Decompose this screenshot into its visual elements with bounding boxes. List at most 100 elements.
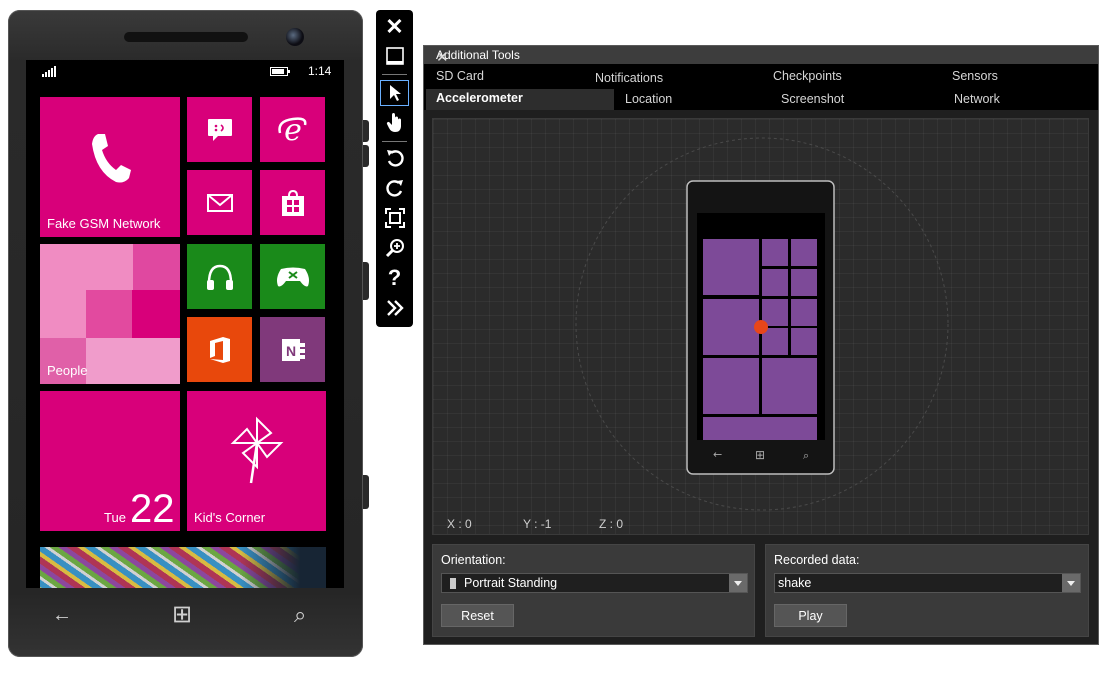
minimize-button[interactable] [380, 43, 409, 69]
rotate-right-icon [385, 180, 403, 197]
back-button[interactable]: ← [52, 604, 72, 627]
tile-store[interactable] [260, 170, 325, 235]
recorded-data-label: Recorded data: [774, 553, 860, 567]
orientation-dropdown[interactable]: Portrait Standing [441, 573, 748, 593]
mini-tile [762, 328, 788, 355]
mini-tile [703, 358, 759, 414]
additional-tools-window: Additional Tools ✕ SD Card Notifications… [423, 45, 1099, 645]
store-icon [260, 170, 325, 235]
tile-onenote[interactable]: N [260, 317, 325, 382]
recorded-data-value: shake [778, 576, 812, 590]
tile-music[interactable] [187, 244, 252, 309]
rotate-right-button[interactable] [380, 175, 409, 201]
tile-photos[interactable] [40, 547, 326, 588]
status-bar: 1:14 [26, 60, 344, 82]
rotate-left-button[interactable] [380, 145, 409, 171]
tile-games[interactable] [260, 244, 325, 309]
tab-accelerometer[interactable]: Accelerometer [426, 89, 614, 110]
zoom-button[interactable] [380, 235, 409, 261]
y-value: Y : -1 [523, 517, 552, 531]
calendar-date: 22 [130, 487, 175, 531]
svg-text:N: N [285, 343, 295, 359]
tab-checkpoints[interactable]: Checkpoints [773, 69, 842, 83]
onenote-icon: N [260, 317, 325, 382]
svg-text:⌕: ⌕ [803, 449, 809, 462]
mini-tile [703, 239, 759, 295]
fit-screen-icon [384, 208, 405, 228]
headphones-icon [187, 244, 252, 309]
messaging-icon [187, 97, 252, 162]
status-time: 1:14 [308, 64, 332, 78]
phone-emulator: 1:14 Fake GSM Network e People N Tue 22 … [8, 10, 363, 657]
tab-screenshot[interactable]: Screenshot [781, 92, 844, 106]
search-button[interactable]: ⌕ [294, 602, 306, 628]
pointer-icon [389, 85, 401, 101]
start-button[interactable]: ⊞ [172, 600, 192, 629]
tile-mail[interactable] [187, 170, 252, 235]
pointer-button[interactable] [380, 80, 409, 106]
recorded-data-panel: Recorded data: shake Play [765, 544, 1089, 637]
accelerometer-visual: ← ⊞ ⌕ [575, 137, 949, 511]
tile-people[interactable]: People [40, 244, 180, 384]
mini-tile [791, 299, 817, 326]
phone-speaker [124, 32, 248, 42]
tab-location[interactable]: Location [625, 92, 672, 106]
svg-text:←: ← [713, 448, 722, 461]
additional-tools-icon [386, 300, 404, 316]
portrait-phone-icon [450, 578, 456, 589]
orientation-panel: Orientation: Portrait Standing Reset [432, 544, 755, 637]
office-icon [187, 317, 252, 382]
tile-internet-explorer[interactable]: e [260, 97, 325, 162]
help-button[interactable]: ? [380, 265, 409, 291]
z-value: Z : 0 [599, 517, 624, 531]
hand-icon [386, 113, 401, 132]
camera-button[interactable] [363, 475, 369, 509]
tile-calendar[interactable]: Tue 22 [40, 391, 180, 531]
tile-office[interactable] [187, 317, 252, 382]
additional-tools-button[interactable] [380, 295, 409, 321]
mail-icon [187, 170, 252, 235]
close-button[interactable]: ✕ [380, 14, 409, 40]
tile-messaging[interactable] [187, 97, 252, 162]
rotate-left-icon [386, 150, 404, 167]
play-button[interactable]: Play [774, 604, 847, 627]
tab-network[interactable]: Network [954, 92, 1000, 106]
mini-tile [762, 269, 788, 296]
accelerometer-stage[interactable]: ← ⊞ ⌕ X : 0 Y : -1 Z : 0 [432, 118, 1089, 535]
volume-up-button[interactable] [363, 120, 369, 142]
hand-button[interactable] [380, 110, 409, 136]
emulator-toolbar: ✕ ? [376, 10, 413, 327]
phone-camera [286, 28, 304, 46]
mini-tile [791, 239, 817, 266]
signal-icon [42, 66, 56, 77]
tab-sd-card[interactable]: SD Card [436, 69, 484, 83]
tile-kids-corner-label: Kid's Corner [194, 510, 266, 525]
phone-nav-bar: ← ⊞ ⌕ [26, 588, 344, 644]
x-value: X : 0 [447, 517, 472, 531]
mini-tile [703, 417, 817, 440]
accelerometer-dot [754, 320, 768, 334]
tile-phone-label: Fake GSM Network [47, 216, 161, 231]
zoom-icon [385, 239, 404, 258]
tab-bar: SD Card Notifications Checkpoints Sensor… [424, 64, 1098, 110]
calendar-day: Tue [104, 510, 126, 525]
tab-sensors[interactable]: Sensors [952, 69, 998, 83]
svg-text:⊞: ⊞ [755, 448, 765, 462]
fit-screen-button[interactable] [380, 205, 409, 231]
phone-screen[interactable]: 1:14 Fake GSM Network e People N Tue 22 … [26, 60, 344, 588]
volume-down-button[interactable] [363, 145, 369, 167]
recorded-data-dropdown[interactable]: shake [774, 573, 1081, 593]
tile-kids-corner[interactable]: Kid's Corner [187, 391, 326, 531]
tile-phone[interactable]: Fake GSM Network [40, 97, 180, 237]
chevron-down-icon[interactable] [729, 574, 747, 592]
mini-tile [791, 269, 817, 296]
reset-button[interactable]: Reset [441, 604, 514, 627]
xbox-controller-icon [260, 244, 325, 309]
orientation-value: Portrait Standing [464, 576, 558, 590]
mini-tile [703, 299, 759, 355]
minimize-icon [385, 47, 404, 65]
mini-tile [762, 358, 817, 414]
chevron-down-icon[interactable] [1062, 574, 1080, 592]
power-button[interactable] [363, 262, 369, 300]
tab-notifications[interactable]: Notifications [595, 71, 663, 85]
